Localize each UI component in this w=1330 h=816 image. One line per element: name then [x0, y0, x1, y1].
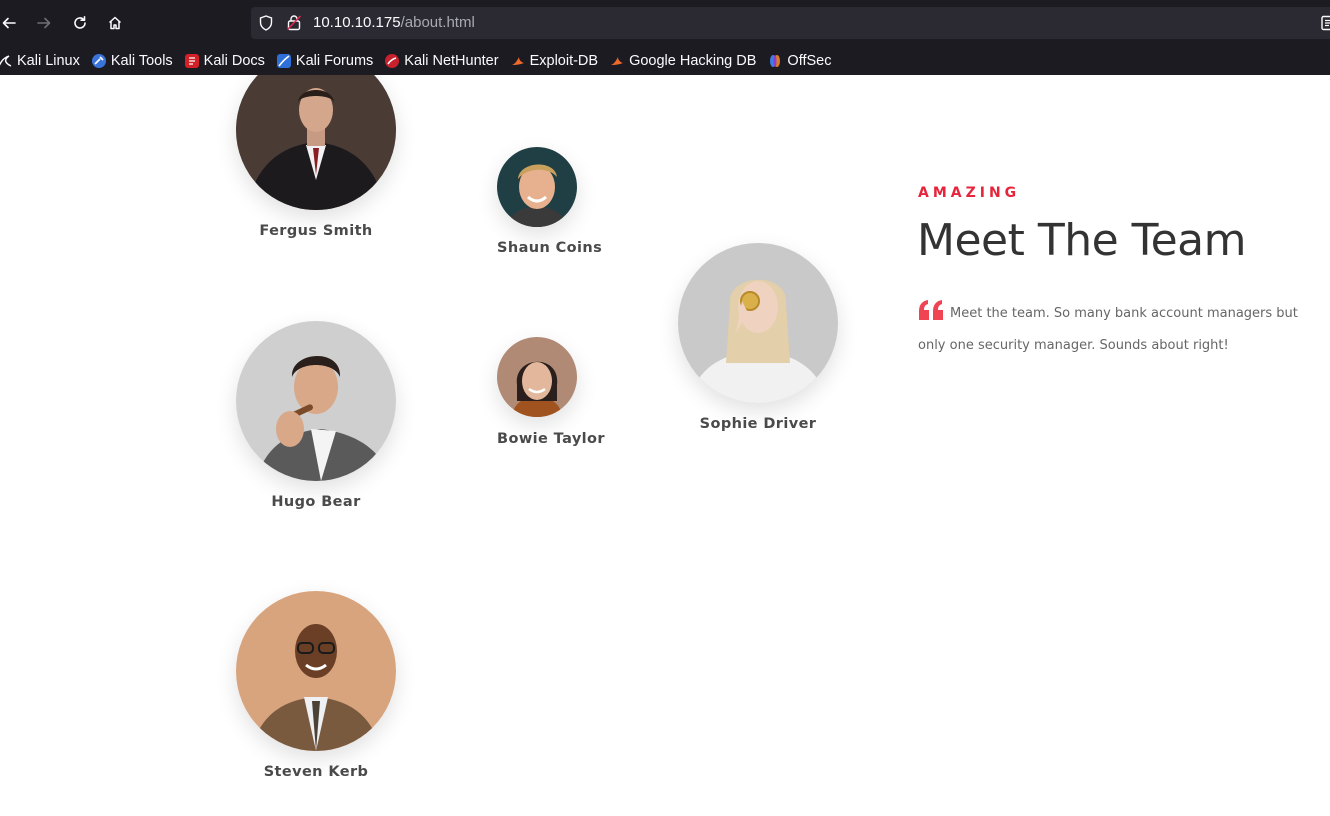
bookmark-label: OffSec [787, 52, 832, 69]
reload-button[interactable] [67, 10, 93, 36]
insecure-lock-icon[interactable] [287, 14, 301, 31]
bookmark-label: Google Hacking DB [629, 52, 757, 69]
team-member-card: Sophie Driver [678, 243, 838, 438]
home-button[interactable] [102, 10, 128, 36]
kali-forums-icon [276, 53, 291, 68]
member-name: Bowie Taylor [497, 431, 605, 447]
team-member-card: Hugo Bear [236, 321, 396, 516]
exploit-db-icon [610, 54, 624, 68]
navigation-toolbar: 10.10.10.175/about.html [0, 0, 1330, 46]
quote-text: Meet the team. So many bank account mana… [918, 306, 1298, 353]
kali-tools-icon [91, 53, 106, 68]
member-name: Shaun Coins [497, 240, 603, 256]
address-bar[interactable]: 10.10.10.175/about.html [251, 7, 1330, 39]
shield-icon[interactable] [259, 15, 273, 31]
forward-button[interactable] [31, 10, 57, 36]
kali-nethunter-icon [385, 53, 400, 68]
bookmark-google-hacking-db[interactable]: Google Hacking DB [610, 53, 756, 69]
member-name: Sophie Driver [699, 416, 817, 432]
bookmark-kali-linux[interactable]: Kali Linux [0, 53, 80, 69]
bookmark-label: Kali Docs [203, 52, 265, 69]
kali-docs-icon [184, 53, 199, 68]
back-button[interactable] [0, 10, 22, 36]
bookmark-kali-forums[interactable]: Kali Forums [276, 52, 374, 69]
reader-view-icon[interactable] [1321, 15, 1330, 31]
bookmark-label: Kali Tools [110, 52, 173, 69]
bookmark-kali-tools[interactable]: Kali Tools [91, 52, 173, 69]
avatar [497, 147, 577, 227]
bookmark-label: Kali NetHunter [404, 52, 499, 69]
bookmark-exploit-db[interactable]: Exploit-DB [511, 52, 599, 69]
avatar [497, 337, 577, 417]
bookmark-kali-docs[interactable]: Kali Docs [184, 52, 265, 69]
quote-icon [918, 299, 944, 332]
page-content: Fergus Smith Shaun Coins Sophie Driver H… [0, 75, 1330, 816]
exploit-db-icon [511, 54, 525, 68]
bookmark-offsec[interactable]: OffSec [768, 53, 831, 69]
offsec-icon [768, 54, 782, 68]
team-member-card: Shaun Coins [497, 147, 603, 262]
team-member-card: Steven Kerb [236, 591, 396, 786]
page-title: Meet The Team [917, 215, 1246, 266]
member-name: Steven Kerb [263, 764, 369, 780]
avatar [236, 591, 396, 751]
home-icon [108, 16, 122, 30]
avatar [678, 243, 838, 403]
bookmark-label: Kali Linux [17, 52, 80, 69]
team-member-card: Bowie Taylor [497, 337, 605, 452]
arrow-right-icon [37, 17, 51, 29]
bookmark-label: Kali Forums [295, 52, 374, 69]
arrow-left-icon [2, 17, 16, 29]
bookmark-kali-nethunter[interactable]: Kali NetHunter [385, 52, 499, 69]
url-text[interactable]: 10.10.10.175/about.html [313, 13, 475, 33]
section-eyebrow: AMAZING [918, 185, 1021, 201]
reload-icon [74, 16, 86, 29]
team-member-card: Fergus Smith [236, 75, 396, 250]
member-name: Hugo Bear [271, 494, 361, 510]
team-description: Meet the team. So many bank account mana… [918, 299, 1318, 360]
bookmark-label: Exploit-DB [529, 52, 599, 69]
member-name: Fergus Smith [259, 223, 373, 239]
url-host: 10.10.10.175 [313, 14, 401, 31]
bookmarks-toolbar: Kali Linux Kali Tools Kali Docs Kali For… [0, 46, 1330, 75]
kali-dragon-icon [0, 54, 12, 68]
avatar [236, 75, 396, 210]
avatar [236, 321, 396, 481]
browser-chrome: 10.10.10.175/about.html Kali Linux Kali … [0, 0, 1330, 75]
url-path: /about.html [400, 14, 475, 31]
